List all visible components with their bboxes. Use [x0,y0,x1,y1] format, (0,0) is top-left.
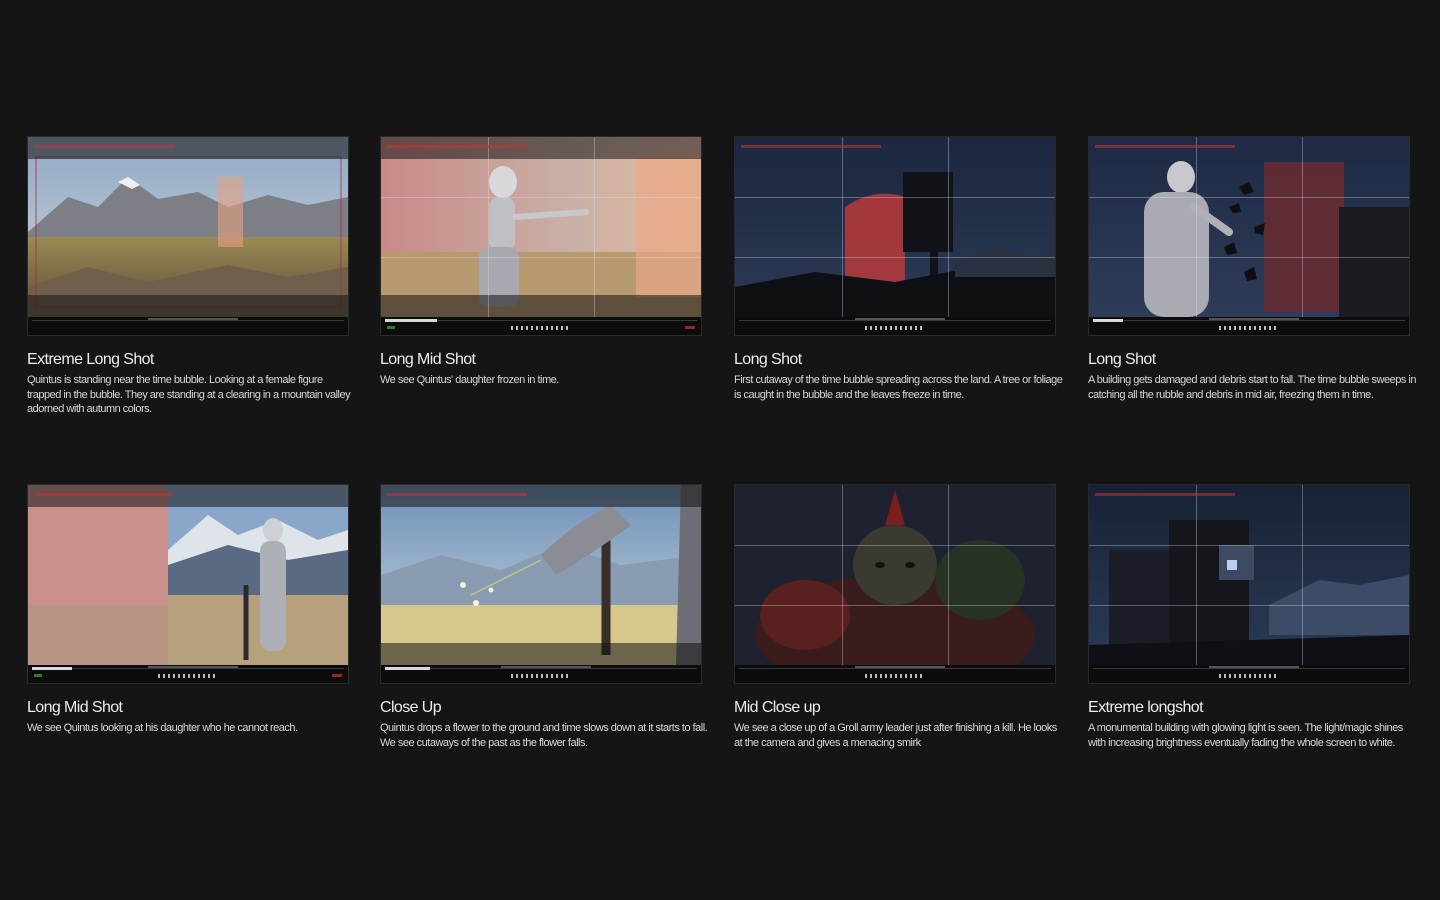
shot-panel-8: Extreme longshot A monumental building w… [1088,484,1418,750]
scene-frozen-daughter [381,137,701,317]
playback-bar [735,317,1055,335]
hud-overlay-text [34,493,174,496]
playback-bar [28,665,348,683]
hud-overlay-text [1095,493,1235,496]
shot-frame [734,484,1056,684]
thirds-grid-line [488,137,489,317]
playback-bar [381,665,701,683]
storyboard: Extreme Long Shot Quintus is standing ne… [0,0,1440,900]
thirds-grid-line [735,605,1055,606]
shot-panel-6: Close Up Quintus drops a flower to the g… [380,484,710,750]
thirds-grid-line [1302,137,1303,317]
shot-panel-4: Long Shot A building gets damaged and de… [1088,136,1418,402]
shot-panel-1: Extreme Long Shot Quintus is standing ne… [27,136,357,417]
scene-mountain-valley [28,137,348,317]
thirds-grid-line [735,257,1055,258]
shot-panel-7: Mid Close up We see a close up of a Grol… [734,484,1064,750]
shot-description: First cutaway of the time bubble spreadi… [734,374,1063,401]
shot-description: Quintus drops a flower to the ground and… [380,722,708,749]
letterbox-top [381,137,701,159]
playback-bar [28,317,348,335]
playback-bar [1089,317,1409,335]
scene-night-bubble [735,137,1055,317]
shot-title: Extreme Long Shot [27,351,154,368]
hud-overlay-text [741,145,881,148]
thirds-grid-line [842,485,843,665]
playback-bar [735,665,1055,683]
thirds-grid-line [1196,137,1197,317]
thirds-grid-line [1089,605,1409,606]
letterbox-bottom [381,295,701,317]
shot-description: We see a close up of a Groll army leader… [734,722,1057,749]
scene-quintus-looking [28,485,348,665]
shot-description: A building gets damaged and debris start… [1088,374,1416,401]
letterbox-top [28,485,348,507]
thirds-grid-line [948,137,949,317]
shot-frame [380,484,702,684]
scene-flower-drop [381,485,701,665]
letterbox-bottom [28,295,348,317]
shot-description: We see Quintus' daughter frozen in time. [380,374,559,386]
thirds-grid-line [735,197,1055,198]
letterbox-top [381,485,701,507]
hud-overlay-text [387,493,527,496]
shot-title: Extreme longshot [1088,699,1204,716]
shot-panel-2: Long Mid Shot We see Quintus' daughter f… [380,136,710,388]
hud-overlay-text [387,145,527,148]
thirds-grid-line [594,137,595,317]
shot-description: Quintus is standing near the time bubble… [27,374,351,415]
shot-panel-3: Long Shot First cutaway of the time bubb… [734,136,1064,402]
hud-overlay-text [1095,145,1235,148]
thirds-grid-line [842,137,843,317]
thirds-grid-line [1089,197,1409,198]
thirds-grid-line [1089,545,1409,546]
shot-title: Long Mid Shot [27,699,123,716]
scene-monumental-building [1089,485,1409,665]
shot-frame [734,136,1056,336]
shot-title: Long Shot [734,351,802,368]
shot-title: Long Shot [1088,351,1156,368]
hud-overlay-text [34,145,174,148]
shot-description: We see Quintus looking at his daughter w… [27,722,298,734]
shot-title: Mid Close up [734,699,821,716]
shot-frame [1088,136,1410,336]
thirds-grid-line [381,197,701,198]
shot-frame [27,484,349,684]
shot-frame [380,136,702,336]
shot-title: Long Mid Shot [380,351,476,368]
shot-panel-5: Long Mid Shot We see Quintus looking at … [27,484,357,736]
shot-frame [27,136,349,336]
letterbox-bottom [381,643,701,665]
scene-debris-freeze [1089,137,1409,317]
thirds-grid-line [735,545,1055,546]
scene-groll-leader [735,485,1055,665]
thirds-grid-line [948,485,949,665]
shot-title: Close Up [380,699,442,716]
shot-description: A monumental building with glowing light… [1088,722,1403,749]
playback-bar [381,317,701,335]
thirds-grid-line [1302,485,1303,665]
shot-frame [1088,484,1410,684]
letterbox-top [28,137,348,159]
thirds-grid-line [381,257,701,258]
thirds-grid-line [1089,257,1409,258]
playback-bar [1089,665,1409,683]
thirds-grid-line [1196,485,1197,665]
